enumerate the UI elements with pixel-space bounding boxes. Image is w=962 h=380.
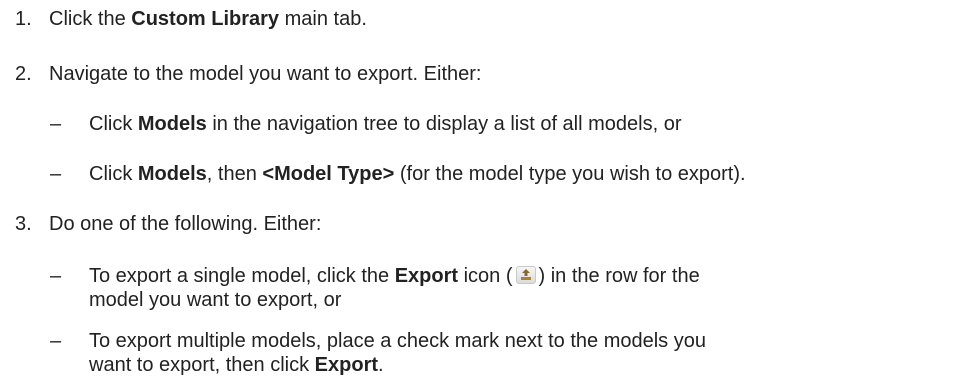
ui-label-models: Models — [137, 113, 207, 135]
export-icon — [515, 266, 536, 284]
text-run: . — [378, 354, 384, 376]
option-text: Click Models, then <Model Type> (for the… — [89, 162, 746, 186]
text-run: Click — [89, 163, 138, 185]
step-number: 1. — [15, 8, 32, 30]
text-run: , then — [206, 163, 263, 185]
list-dash: – — [50, 163, 62, 185]
step-number: 2. — [15, 63, 32, 85]
text-run: in the navigation tree to display a list… — [206, 113, 682, 135]
step-text: Do one of the following. Either: — [49, 213, 322, 235]
text-run: main tab. — [279, 8, 367, 30]
list-dash: – — [50, 113, 62, 135]
ui-label-models: Models — [137, 163, 207, 185]
text-run: ) in the row for the — [538, 265, 700, 287]
option-text: Click Models in the navigation tree to d… — [89, 112, 682, 136]
text-run: want to export, then click — [89, 354, 315, 376]
step-text: Click the Custom Library main tab. — [49, 7, 367, 31]
text-run: icon ( — [458, 265, 513, 287]
text-run: (for the model type you wish to export). — [394, 163, 746, 185]
text-run: Click the — [49, 8, 132, 30]
option-text: To export a single model, click the Expo… — [89, 264, 700, 288]
step-number: 3. — [15, 213, 32, 235]
ui-label-model-type: <Model Type> — [262, 163, 395, 185]
text-run: To export a single model, click the — [89, 265, 395, 287]
option-text: model you want to export, or — [89, 289, 342, 311]
text-run: Click — [89, 113, 138, 135]
list-dash: – — [50, 265, 62, 287]
ui-label-custom-library: Custom Library — [131, 8, 280, 30]
ui-label-export: Export — [394, 265, 459, 287]
step-text: Navigate to the model you want to export… — [49, 63, 482, 85]
option-text: want to export, then click Export. — [89, 353, 384, 377]
option-text: To export multiple models, place a check… — [89, 330, 706, 352]
instructions-document: 1. Click the Custom Library main tab. 2.… — [0, 0, 962, 380]
ui-label-export: Export — [314, 354, 379, 376]
list-dash: – — [50, 330, 62, 352]
